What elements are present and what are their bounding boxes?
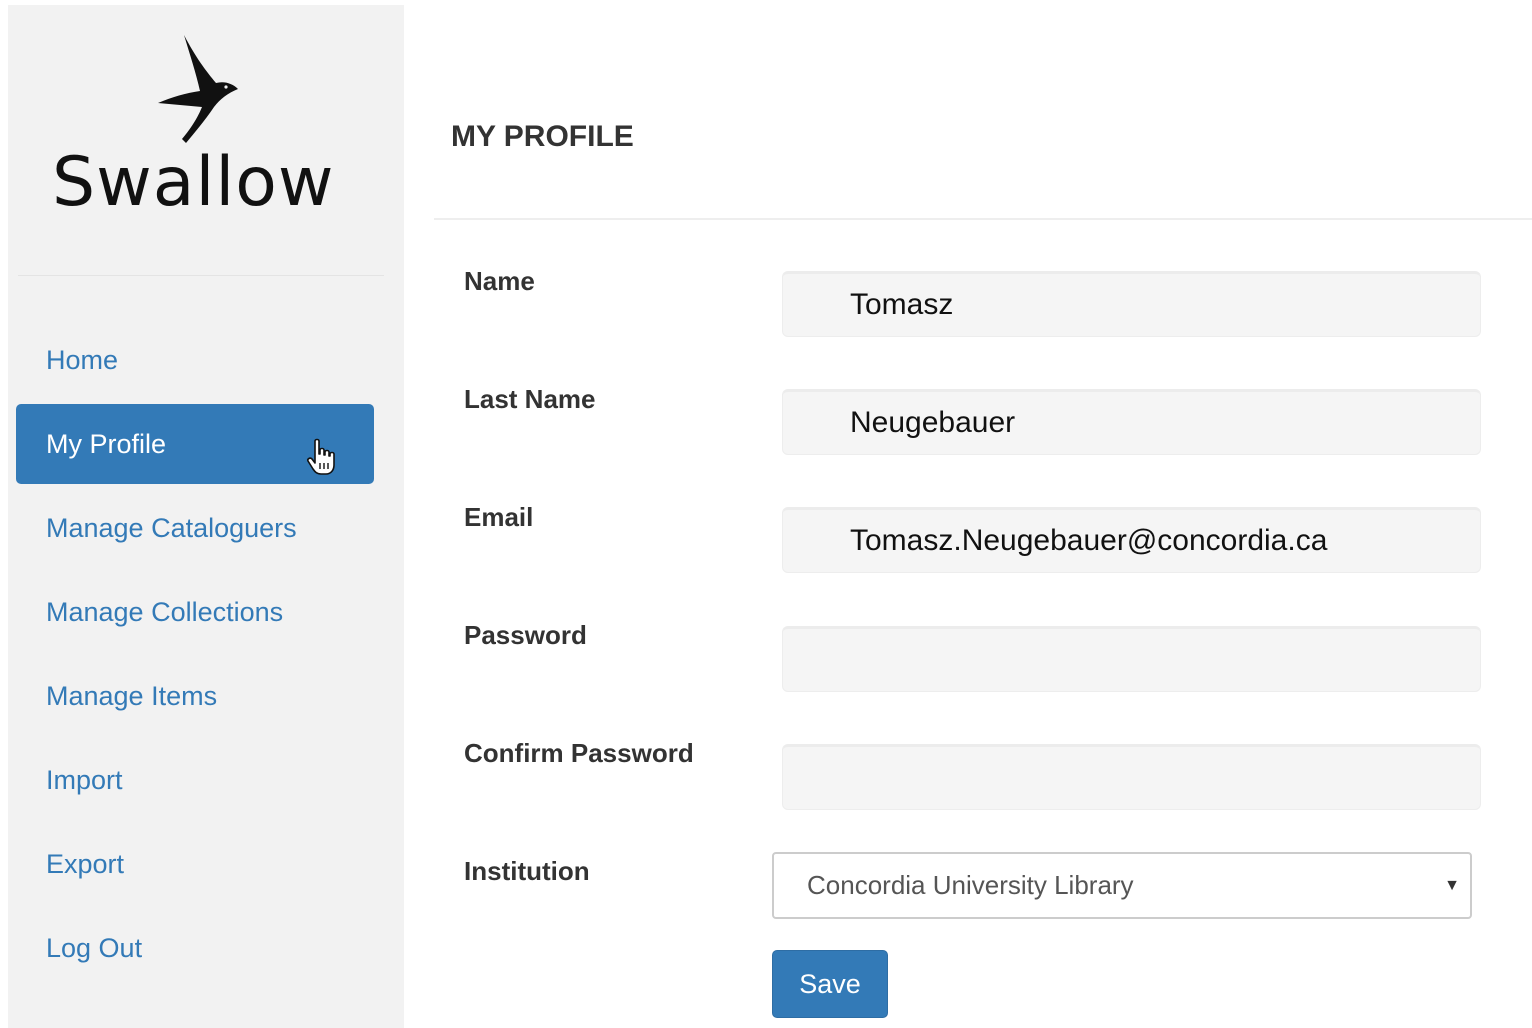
confirm-password-input[interactable] (782, 744, 1481, 810)
hand-pointer-cursor-icon (307, 438, 335, 475)
brand-name: Swallow (52, 143, 335, 222)
password-label: Password (464, 620, 587, 650)
last-name-label: Last Name (464, 384, 596, 414)
email-input[interactable] (782, 507, 1481, 573)
institution-selected-value: Concordia University Library (807, 870, 1134, 900)
email-label: Email (464, 502, 534, 532)
sidebar-item-label: My Profile (46, 429, 167, 459)
sidebar: Swallow Home My Profile Manage Catalogue… (8, 5, 404, 1028)
title-divider (434, 218, 1532, 220)
sidebar-nav: Home My Profile Manage Cataloguers Manag… (16, 320, 374, 992)
save-button[interactable]: Save (772, 950, 888, 1018)
sidebar-item-my-profile[interactable]: My Profile (16, 404, 374, 484)
sidebar-item-export[interactable]: Export (16, 824, 374, 904)
name-input[interactable] (782, 271, 1481, 337)
sidebar-divider (18, 275, 384, 276)
sidebar-item-home[interactable]: Home (16, 320, 374, 400)
swallow-bird-icon (158, 35, 238, 143)
app: Swallow Home My Profile Manage Catalogue… (0, 0, 1532, 1028)
institution-label: Institution (464, 856, 590, 886)
last-name-input[interactable] (782, 389, 1481, 455)
password-input[interactable] (782, 626, 1481, 692)
sidebar-item-manage-items[interactable]: Manage Items (16, 656, 374, 736)
brand-logo[interactable]: Swallow (8, 33, 404, 233)
name-label: Name (464, 266, 535, 296)
sidebar-item-manage-collections[interactable]: Manage Collections (16, 572, 374, 652)
sidebar-item-import[interactable]: Import (16, 740, 374, 820)
sidebar-item-log-out[interactable]: Log Out (16, 908, 374, 988)
dropdown-arrow-icon: ▼ (1444, 877, 1460, 894)
sidebar-item-manage-cataloguers[interactable]: Manage Cataloguers (16, 488, 374, 568)
page-title: MY PROFILE (451, 120, 634, 153)
institution-select[interactable]: Concordia University Library ▼ (772, 852, 1472, 919)
confirm-password-label: Confirm Password (464, 738, 694, 768)
